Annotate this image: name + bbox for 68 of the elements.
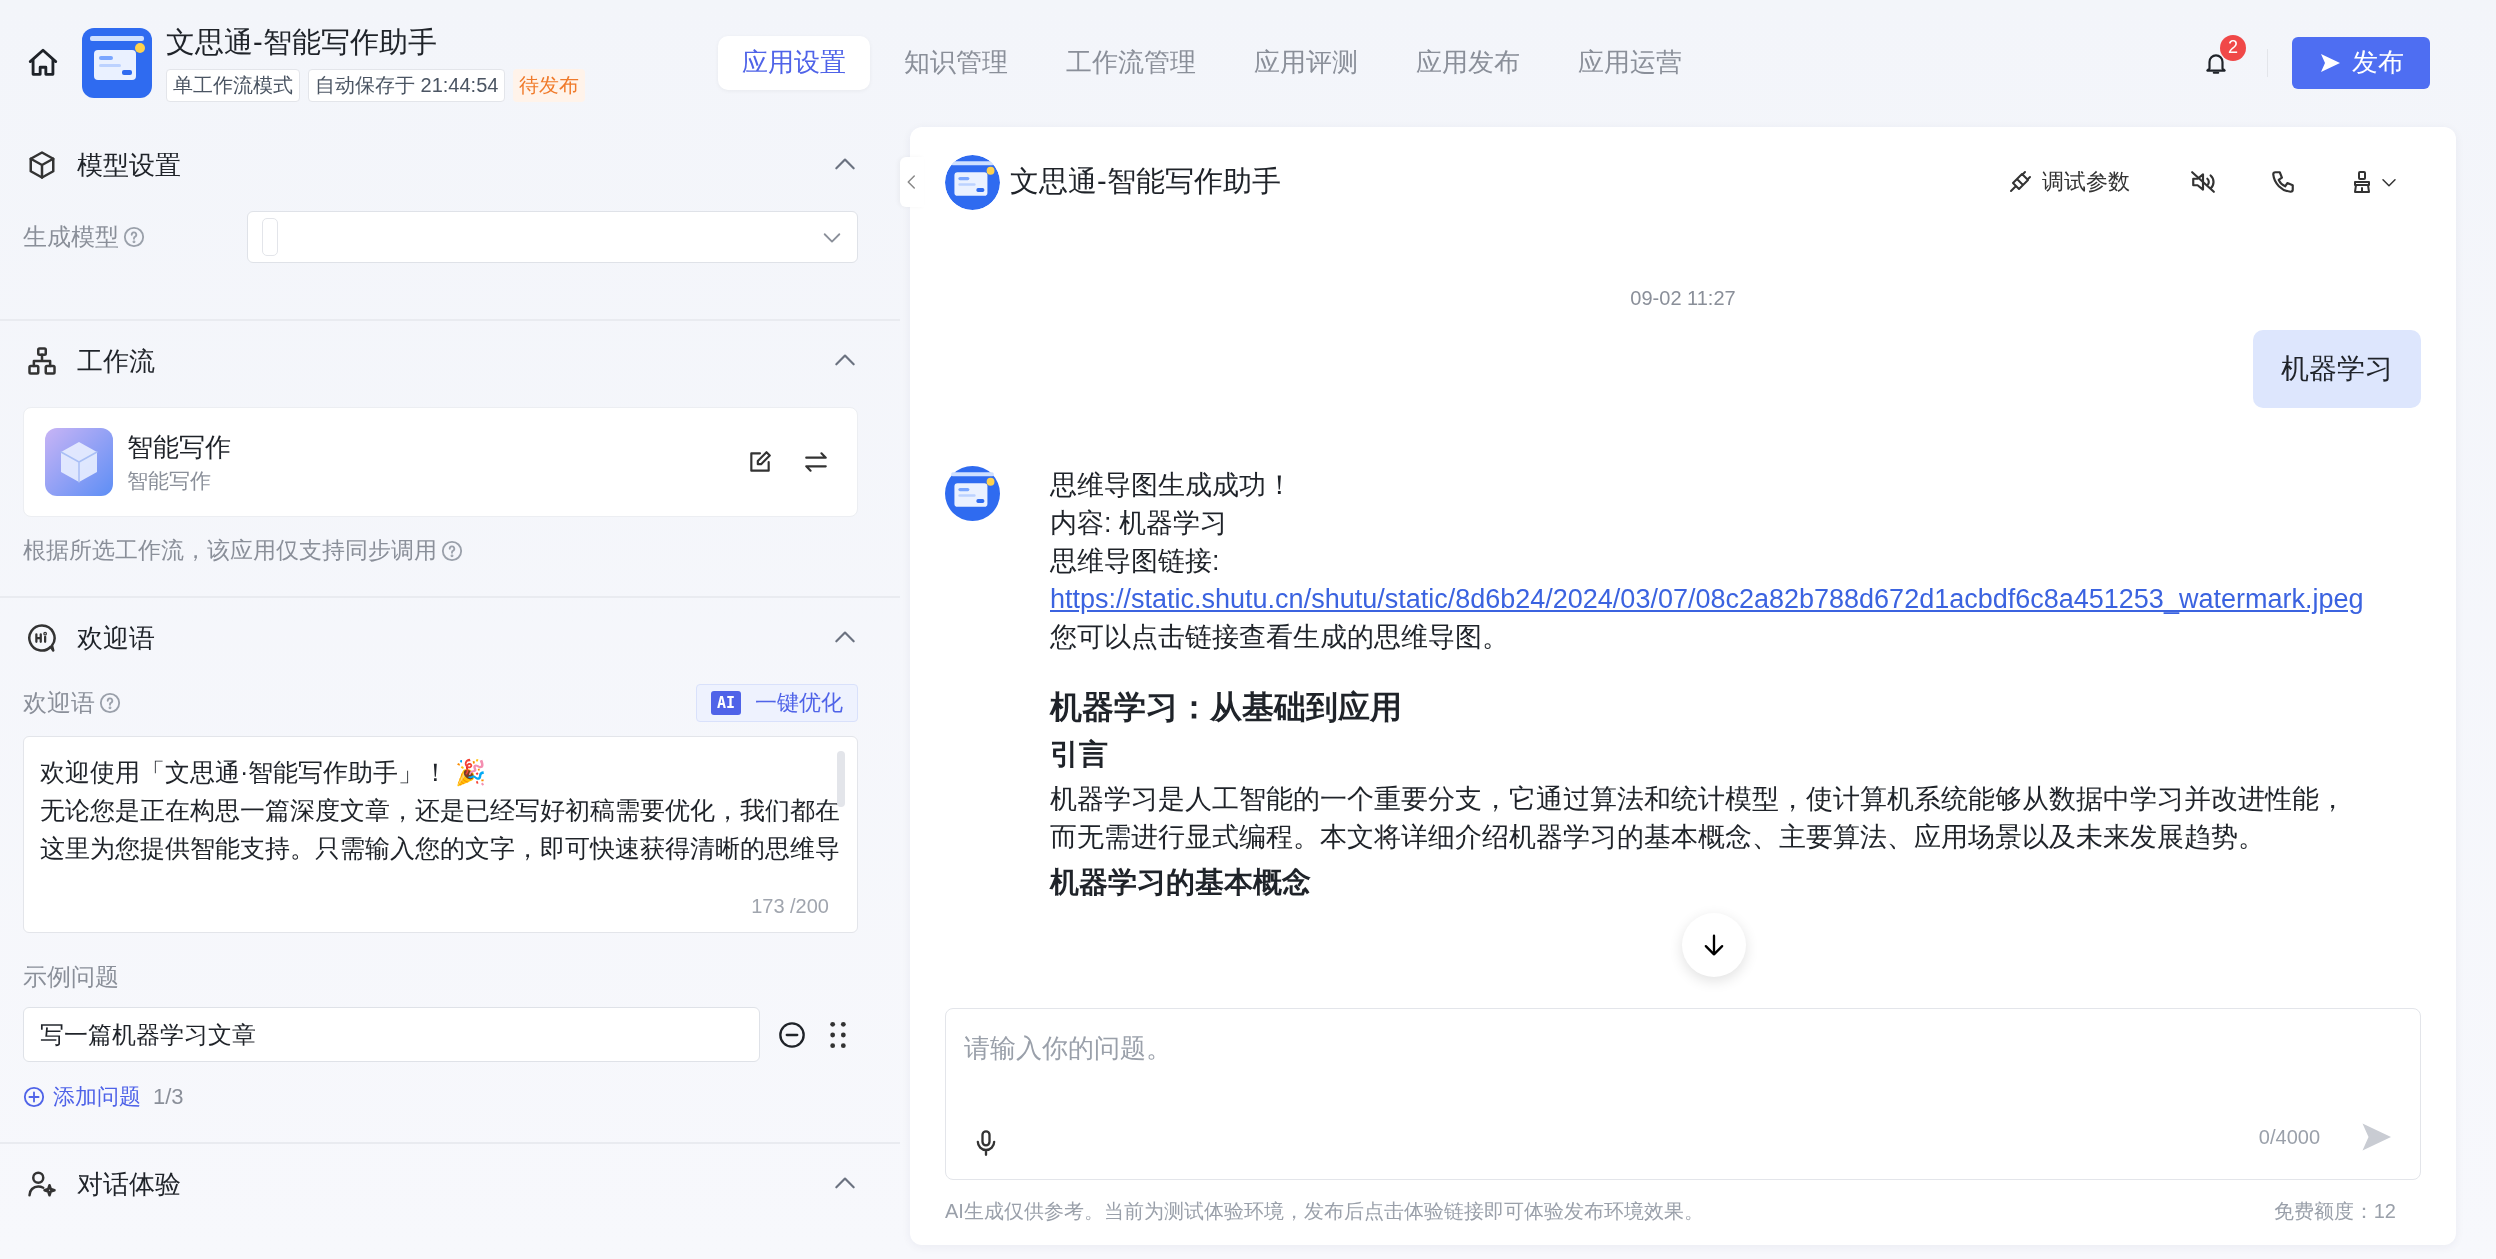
app-title: 文思通-智能写作助手 (166, 25, 438, 60)
remove-icon[interactable] (778, 1020, 806, 1049)
user-message: 机器学习 (2253, 330, 2421, 408)
welcome-message-field[interactable]: 欢迎使用「文思通·智能写作助手」！ 🎉 无论您是正在构思一篇深度文章，还是已经写好初稿需要优化，我们都在 这里为您提供智能支持。只需输入您的文字，即可快速获得清晰的思维导 173 /200 (23, 736, 858, 933)
swap-icon[interactable] (803, 449, 829, 475)
plug-icon (2008, 170, 2032, 194)
welcome-text-line: 欢迎使用「文思通·智能写作助手」！ 🎉 (40, 757, 488, 789)
message-timestamp: 09-02 11:27 (1629, 287, 1737, 310)
workflow-note: 根据所选工作流，该应用仅支持同步调用 (23, 536, 437, 565)
debug-params-button[interactable]: 调试参数 (2002, 166, 2136, 198)
ai-badge: AI (710, 691, 741, 715)
input-counter: 0/4000 (2258, 1126, 2320, 1149)
hi-chat-icon (27, 623, 57, 653)
workflow-icon (27, 346, 57, 376)
mode-tag: 自动保存于 21:44:54 (308, 69, 506, 102)
help-icon (123, 226, 145, 248)
article-heading: 机器学习：从基础到应用 (1050, 688, 1403, 727)
bot-avatar-icon (945, 466, 1000, 521)
message-text: 您可以点击链接查看生成的思维导图。 (1050, 621, 1510, 654)
workflow-name: 智能写作 (127, 430, 232, 464)
section-title: 模型设置 (77, 148, 182, 182)
plus-circle-icon (23, 1086, 45, 1108)
section-title: 工作流 (77, 344, 156, 378)
section-title: 欢迎语 (77, 621, 156, 655)
mode-tag: 单工作流模式 (166, 69, 300, 102)
question-count: 1/3 (153, 1084, 184, 1110)
disclaimer-text: AI生成仅供参考。当前为测试体验环境，发布后点击体验链接即可体验发布环境效果。 (945, 1199, 1704, 1224)
workflow-subtitle: 智能写作 (127, 467, 212, 494)
nav-tab[interactable]: 知识管理 (880, 35, 1032, 90)
nav-tab[interactable]: 应用评测 (1230, 35, 1382, 90)
field-label: 示例问题 (23, 962, 120, 992)
nav-tab[interactable]: 应用发布 (1392, 35, 1544, 90)
paragraph-text: 机器学习是人工智能的一个重要分支，它通过算法和统计模型，使计算机系统能够从数据中学习并改进性能，而无需进行显式编程。本文将详细介绍机器学习的基本概念、主要算法、应用场景以及未来发展趋势。 (1050, 783, 2347, 854)
section-heading: 机器学习的基本概念 (1050, 865, 1312, 900)
welcome-text-line: 这里为您提供智能支持。只需输入您的文字，即可快速获得清晰的思维导 (40, 833, 840, 864)
phone-icon[interactable] (2270, 169, 2296, 195)
mind-map-link[interactable]: https://static.shutu.cn/shutu/static/8d6b24/2024/03/07/08c2a82b788d672d1acbdf6c8a451253_watermark.jpeg (1050, 580, 2370, 618)
field-label: 欢迎语 (23, 688, 95, 718)
help-icon (99, 692, 121, 714)
quota-text: 免费额度：12 (2273, 1199, 2396, 1224)
scroll-down-button[interactable] (1682, 913, 1746, 977)
welcome-text-line: 无论您是正在构思一篇深度文章，还是已经写好初稿需要优化，我们都在 (40, 795, 840, 826)
field-label: 生成模型 (23, 222, 119, 252)
message-text: 思维导图链接: (1050, 545, 1221, 578)
notification-badge: 2 (2220, 34, 2246, 61)
message-text: 内容: 机器学习 (1050, 507, 1228, 540)
user-sparkle-icon (27, 1169, 57, 1199)
chat-title: 文思通-智能写作助手 (1010, 164, 1282, 199)
scrollbar-thumb[interactable] (837, 751, 845, 807)
question-input[interactable]: 请输入你的问题。 0/4000 (945, 1008, 2421, 1180)
section-title: 对话体验 (77, 1167, 182, 1201)
optimize-button[interactable]: AI 一键优化 (695, 684, 858, 722)
nav-tab[interactable]: 应用运营 (1554, 35, 1706, 90)
cube-app-icon (45, 428, 113, 496)
status-tag: 待发布 (513, 69, 586, 102)
nav-tab[interactable]: 应用设置 (718, 35, 870, 90)
edit-icon[interactable] (747, 449, 773, 475)
nav-tab[interactable]: 工作流管理 (1042, 35, 1220, 90)
publish-button[interactable]: 发布 (2292, 36, 2430, 89)
message-text: 思维导图生成成功！ (1050, 469, 1294, 502)
character-counter: 173 /200 (751, 895, 829, 918)
app-logo-icon (82, 27, 152, 98)
example-question-field[interactable]: 写一篇机器学习文章 (23, 1007, 760, 1062)
cube-icon (27, 150, 57, 180)
help-icon (441, 539, 463, 562)
mute-icon[interactable] (2190, 169, 2216, 195)
add-question-link[interactable]: 添加问题 (23, 1082, 141, 1112)
section-heading: 引言 (1050, 737, 1109, 772)
